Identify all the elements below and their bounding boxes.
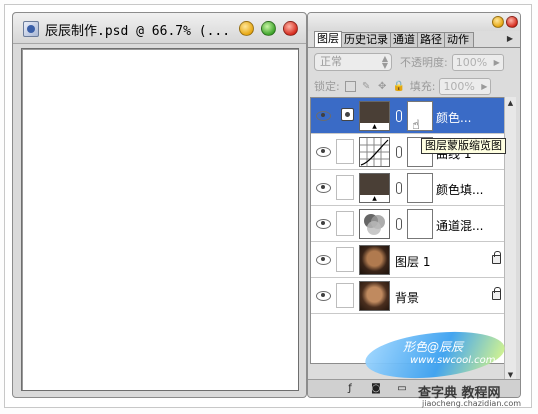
document-title: 辰辰制作.psd @ 66.7% (... — [45, 24, 231, 39]
eye-icon[interactable] — [315, 180, 331, 195]
watermark-title: 形色@辰辰 — [403, 340, 464, 354]
lock-brush-icon[interactable]: ✎ — [361, 81, 372, 92]
lock-icon — [492, 251, 501, 264]
link-box[interactable] — [336, 211, 354, 236]
hand-cursor-icon: ☝ — [412, 118, 420, 133]
zoom-button[interactable] — [261, 21, 276, 36]
layer-thumbnail[interactable] — [359, 281, 390, 311]
chain-link-icon[interactable] — [396, 182, 402, 194]
opacity-value: 100% — [455, 55, 488, 69]
chain-link-icon[interactable] — [396, 218, 402, 230]
tab-paths[interactable]: 路径 — [417, 32, 445, 47]
layer-thumbnail[interactable] — [359, 209, 390, 239]
layer-row[interactable]: 通道混... — [311, 206, 507, 242]
eye-icon[interactable] — [315, 108, 331, 123]
layer-mask-thumbnail[interactable] — [407, 173, 433, 203]
eye-icon[interactable] — [315, 216, 331, 231]
layer-row[interactable]: ▲ 颜色填... — [311, 170, 507, 206]
new-group-icon[interactable]: ▭ — [396, 383, 408, 395]
blend-mode-value: 正常 — [320, 55, 342, 68]
layer-thumbnail[interactable] — [359, 137, 390, 167]
dropdown-arrow-icon: ▶ — [493, 57, 500, 67]
layer-row[interactable]: 背景 — [311, 278, 507, 314]
lock-move-icon[interactable]: ✥ — [377, 81, 388, 92]
panel-tabs: 图层 历史记录 通道 路径 动作 ▶ — [314, 31, 516, 47]
layer-row[interactable]: 图层 1 — [311, 242, 507, 278]
layer-name[interactable]: 通道混... — [436, 217, 483, 234]
eye-icon[interactable] — [315, 252, 331, 267]
updown-arrows-icon: ▲ ▼ — [381, 54, 388, 70]
minimize-button[interactable] — [239, 21, 254, 36]
layer-thumbnail[interactable]: ▲ — [359, 101, 390, 131]
layer-thumbnail[interactable]: ▲ — [359, 173, 390, 203]
scroll-up-icon[interactable]: ▲ — [505, 97, 516, 109]
layer-name[interactable]: 颜色... — [436, 109, 471, 126]
close-button[interactable] — [283, 21, 298, 36]
site-url: jiaocheng.chazidian.com — [422, 399, 522, 408]
panel-minimize-button[interactable] — [492, 16, 504, 28]
layer-mask-thumbnail[interactable] — [407, 209, 433, 239]
lock-icon — [492, 287, 501, 300]
lock-all-icon[interactable]: 🔒 — [393, 81, 405, 92]
panel-menu-arrow-icon[interactable]: ▶ — [504, 32, 516, 46]
add-mask-icon[interactable]: ◙ — [370, 383, 382, 395]
layer-name[interactable]: 背景 — [395, 289, 419, 306]
link-box[interactable] — [336, 175, 354, 200]
watermark-url: www.swcool.com — [410, 355, 496, 366]
tab-history[interactable]: 历史记录 — [341, 32, 391, 47]
eye-icon[interactable] — [315, 288, 331, 303]
layer-name[interactable]: 颜色填... — [436, 181, 483, 198]
link-box[interactable] — [336, 139, 354, 164]
chain-link-icon[interactable] — [396, 110, 402, 122]
dropdown-arrow-icon: ▶ — [481, 81, 488, 91]
layer-name[interactable]: 图层 1 — [395, 253, 430, 270]
layer-thumbnail[interactable] — [359, 245, 390, 275]
blend-mode-select[interactable]: 正常 ▲ ▼ — [314, 53, 392, 71]
opacity-label: 不透明度: — [400, 56, 448, 69]
channel-mixer-icon — [364, 214, 385, 235]
fill-value: 100% — [443, 79, 475, 93]
document-canvas[interactable] — [21, 48, 299, 391]
fill-label: 填充: — [409, 80, 436, 93]
panel-close-button[interactable] — [506, 16, 518, 28]
lock-label: 锁定: — [314, 80, 340, 93]
adjustment-icon: ▲ — [360, 195, 389, 202]
document-window: 辰辰制作.psd @ 66.7% (... — [12, 12, 307, 398]
tab-actions[interactable]: 动作 — [444, 32, 474, 47]
layer-style-icon[interactable]: ƒ — [344, 383, 356, 395]
adjustment-icon: ▲ — [360, 123, 389, 130]
opacity-field[interactable]: 100% ▶ — [451, 53, 504, 71]
eye-icon[interactable] — [315, 144, 331, 159]
layer-row[interactable]: ▲ 颜色... — [311, 98, 507, 134]
link-box[interactable] — [336, 283, 354, 308]
layer-mask-icon — [341, 108, 354, 121]
tab-channels[interactable]: 通道 — [390, 32, 418, 47]
tab-layers[interactable]: 图层 — [314, 31, 342, 47]
link-box[interactable] — [336, 247, 354, 272]
fill-field[interactable]: 100% ▶ — [439, 77, 492, 95]
chain-link-icon[interactable] — [396, 146, 402, 158]
panel-titlebar[interactable] — [308, 13, 520, 31]
document-titlebar[interactable]: 辰辰制作.psd @ 66.7% (... — [13, 13, 306, 44]
psd-file-icon — [23, 21, 39, 37]
curves-icon — [360, 138, 389, 166]
tooltip: 图层蒙版缩览图 — [421, 138, 506, 154]
lock-transparent-icon[interactable] — [344, 80, 356, 92]
